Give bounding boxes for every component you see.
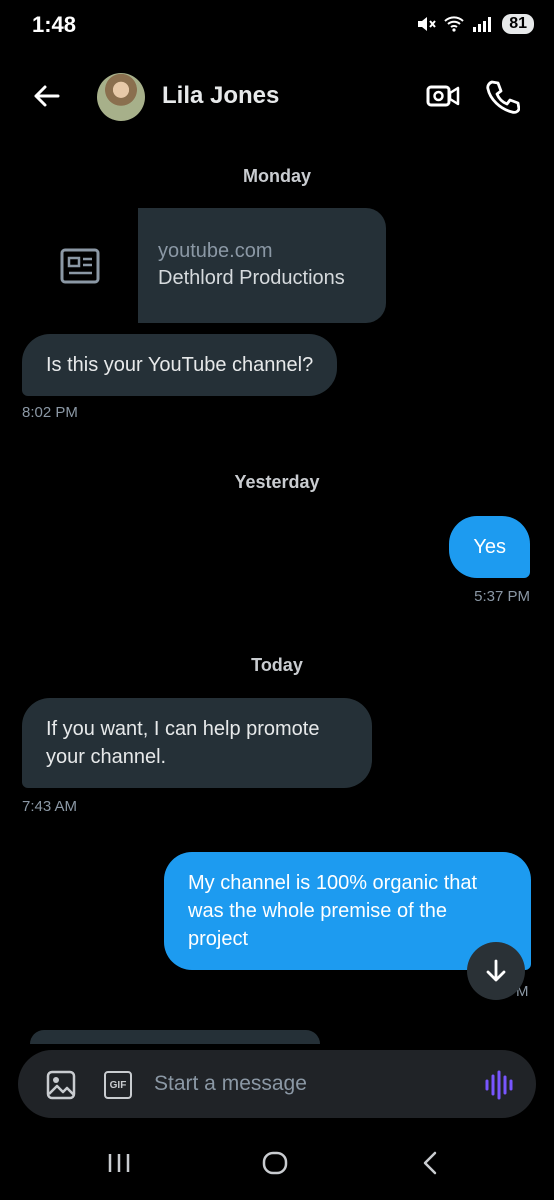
phone-icon[interactable]	[484, 78, 520, 114]
link-text: youtube.com Dethlord Productions	[138, 208, 386, 323]
date-separator-today: Today	[251, 655, 303, 675]
mute-icon	[418, 17, 436, 31]
wifi-icon	[444, 16, 464, 32]
voice-icon[interactable]	[484, 1069, 514, 1101]
message-bubble-partial	[30, 1030, 320, 1044]
date-separator-yesterday: Yesterday	[234, 472, 320, 492]
link-thumbnail	[22, 208, 138, 323]
message-timestamp: 5:37 PM	[474, 588, 530, 605]
message-timestamp: 7:43 AM	[22, 798, 78, 815]
message-timestamp: 8:02 PM	[22, 404, 78, 421]
link-preview-card[interactable]: youtube.com Dethlord Productions	[22, 208, 386, 323]
gif-label: GIF	[109, 1079, 127, 1091]
message-bubble-sent[interactable]: Yes	[449, 516, 530, 578]
recents-icon[interactable]	[106, 1150, 132, 1176]
link-title: Dethlord Productions	[158, 267, 345, 289]
back-arrow-icon[interactable]	[30, 80, 62, 112]
scroll-down-button[interactable]	[467, 942, 525, 1000]
date-separator-monday: Monday	[242, 166, 311, 186]
video-call-icon[interactable]	[426, 80, 460, 112]
avatar[interactable]	[97, 73, 145, 121]
article-icon	[60, 248, 100, 283]
image-icon[interactable]	[46, 1070, 76, 1100]
nav-back-icon[interactable]	[418, 1150, 444, 1176]
scroll-down-icon	[486, 959, 506, 982]
message-bubble-received[interactable]: Is this your YouTube channel?	[22, 334, 338, 396]
home-icon[interactable]	[262, 1150, 288, 1176]
message-bubble-received[interactable]: If you want, I can help promote your cha…	[22, 698, 372, 788]
signal-icon	[473, 17, 492, 32]
link-domain: youtube.com	[158, 240, 273, 262]
battery-badge: 81	[502, 14, 534, 34]
contact-name[interactable]: Lila Jones	[162, 82, 279, 110]
message-input[interactable]: Start a message	[154, 1072, 307, 1096]
status-time: 1:48	[32, 12, 77, 37]
status-icons: 81	[416, 14, 534, 34]
gif-button[interactable]: GIF	[104, 1071, 132, 1099]
